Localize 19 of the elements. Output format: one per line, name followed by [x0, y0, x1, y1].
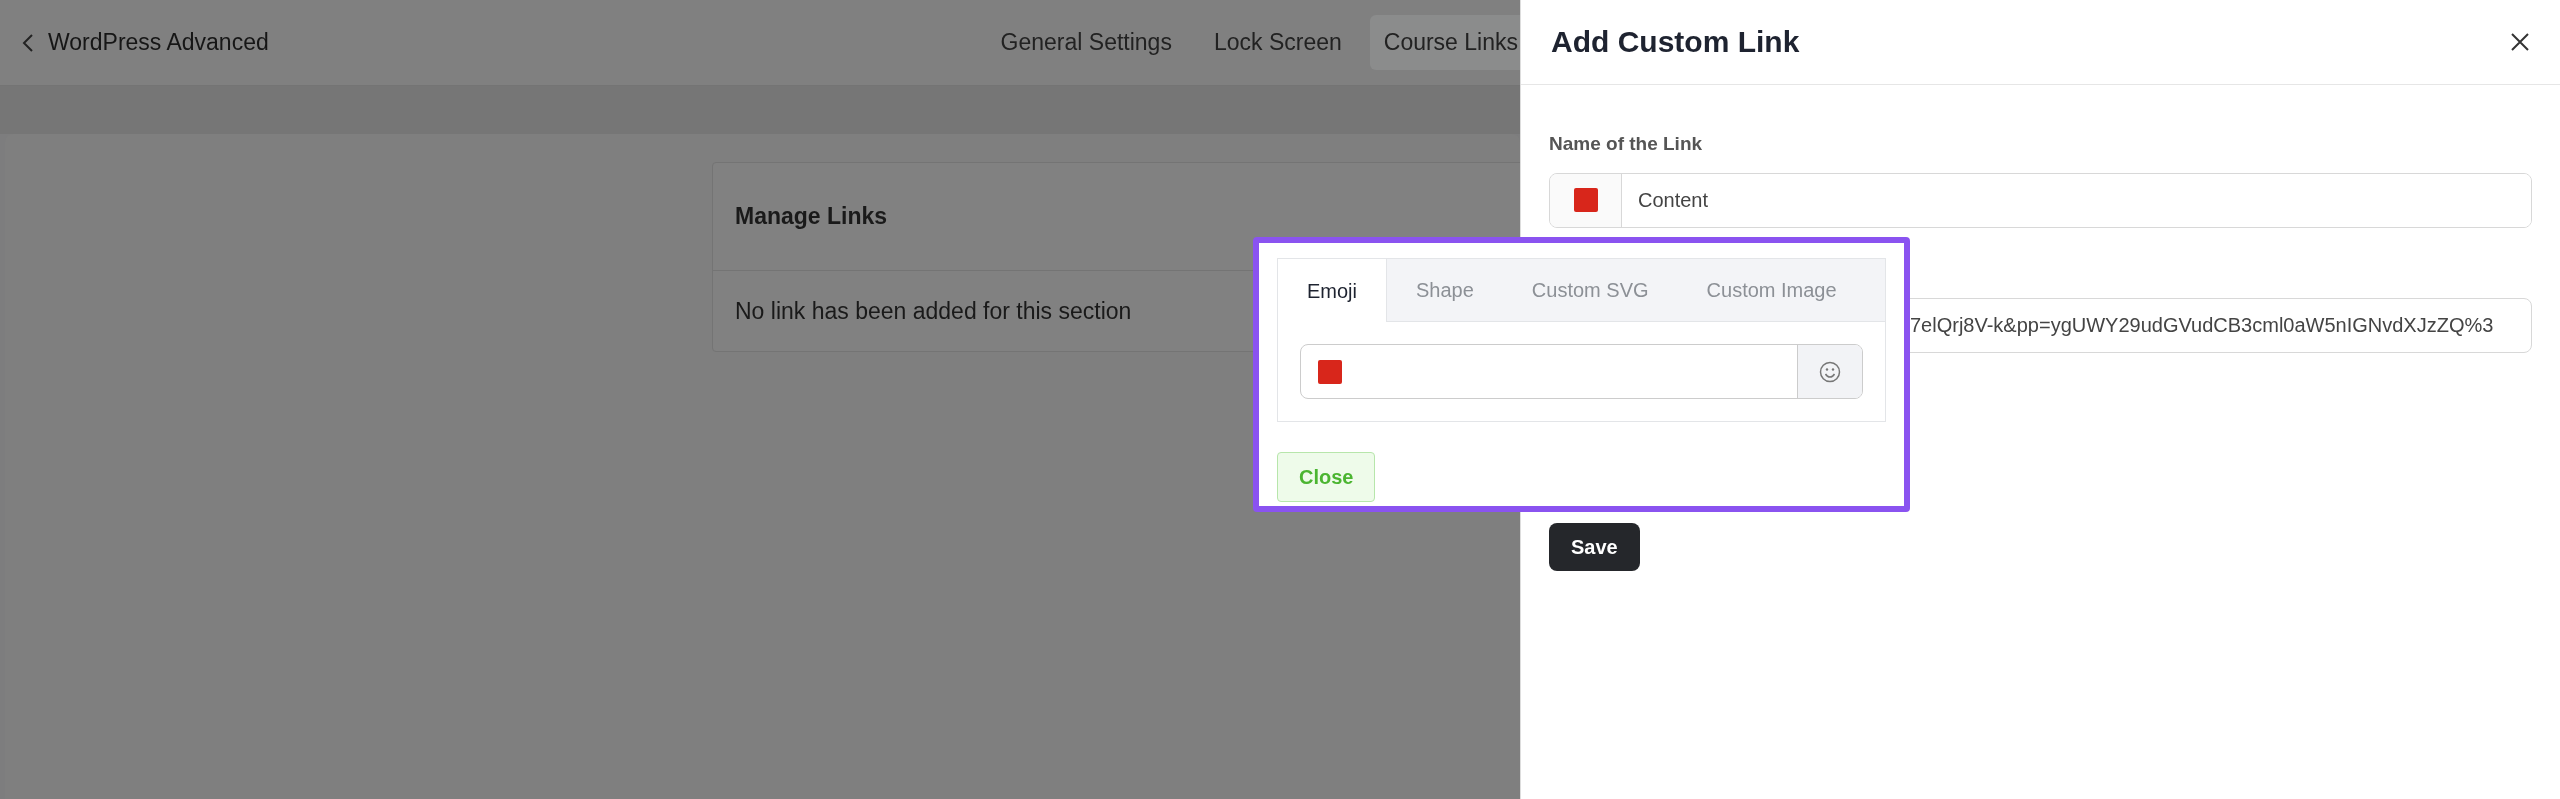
nav-tab[interactable]: Course Links — [1369, 15, 1520, 70]
emoji-field[interactable] — [1300, 344, 1863, 399]
close-button[interactable]: Close — [1277, 452, 1376, 502]
field-label: Name of the Link — [1549, 132, 1704, 156]
picker-tab[interactable]: Emoji — [1278, 259, 1387, 322]
page-title: WordPress Advanced — [48, 28, 269, 58]
empty-message: No link has been added for this section — [735, 297, 1132, 324]
picker-tab[interactable]: Shape — [1387, 259, 1503, 321]
nav-tab[interactable]: General Settings — [986, 15, 1186, 70]
emoji-picker-button[interactable] — [1798, 345, 1862, 398]
input-field[interactable]: Content — [1549, 172, 2532, 228]
close-icon[interactable] — [2510, 32, 2530, 52]
square-icon — [1317, 358, 1343, 385]
smiley-icon — [1819, 360, 1841, 383]
nav-tab[interactable]: Lock Screen — [1199, 15, 1356, 70]
save-button[interactable]: Save — [1549, 522, 1640, 571]
back-icon[interactable] — [22, 32, 34, 53]
panel-title: Add Custom Link — [1551, 24, 1800, 60]
square-icon — [1572, 187, 1599, 213]
